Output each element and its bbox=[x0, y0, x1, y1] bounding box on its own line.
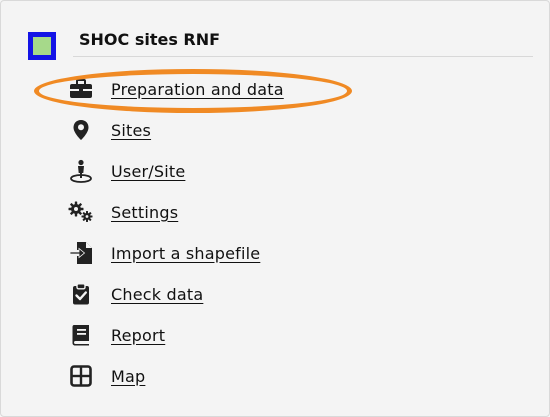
menu-item-map[interactable]: Map bbox=[67, 362, 145, 390]
menu-panel: SHOC sites RNF Preparation and data Site… bbox=[0, 0, 550, 417]
menu-item-import-shapefile[interactable]: Import a shapefile bbox=[67, 239, 260, 267]
menu-list: Preparation and data Sites User/Site Set… bbox=[1, 1, 549, 416]
user-location-icon bbox=[67, 159, 95, 183]
grid-icon bbox=[67, 364, 95, 388]
briefcase-icon bbox=[67, 77, 95, 101]
menu-item-label: Sites bbox=[111, 120, 152, 140]
menu-item-label: Preparation and data bbox=[111, 79, 284, 99]
menu-item-sites[interactable]: Sites bbox=[67, 116, 151, 144]
menu-item-user-site[interactable]: User/Site bbox=[67, 157, 185, 185]
menu-item-settings[interactable]: Settings bbox=[67, 198, 178, 226]
book-icon bbox=[67, 323, 95, 347]
menu-item-label: Map bbox=[111, 366, 146, 386]
menu-item-label: Check data bbox=[111, 284, 204, 304]
clipboard-check-icon bbox=[67, 282, 95, 306]
menu-item-preparation-and-data[interactable]: Preparation and data bbox=[67, 75, 284, 103]
menu-item-label: Report bbox=[111, 325, 166, 345]
gears-icon bbox=[67, 200, 95, 224]
menu-item-label: User/Site bbox=[111, 161, 186, 181]
file-import-icon bbox=[67, 241, 95, 265]
menu-item-label: Import a shapefile bbox=[111, 243, 261, 263]
map-marker-icon bbox=[67, 118, 95, 142]
menu-item-check-data[interactable]: Check data bbox=[67, 280, 203, 308]
menu-item-label: Settings bbox=[111, 202, 179, 222]
menu-item-report[interactable]: Report bbox=[67, 321, 165, 349]
